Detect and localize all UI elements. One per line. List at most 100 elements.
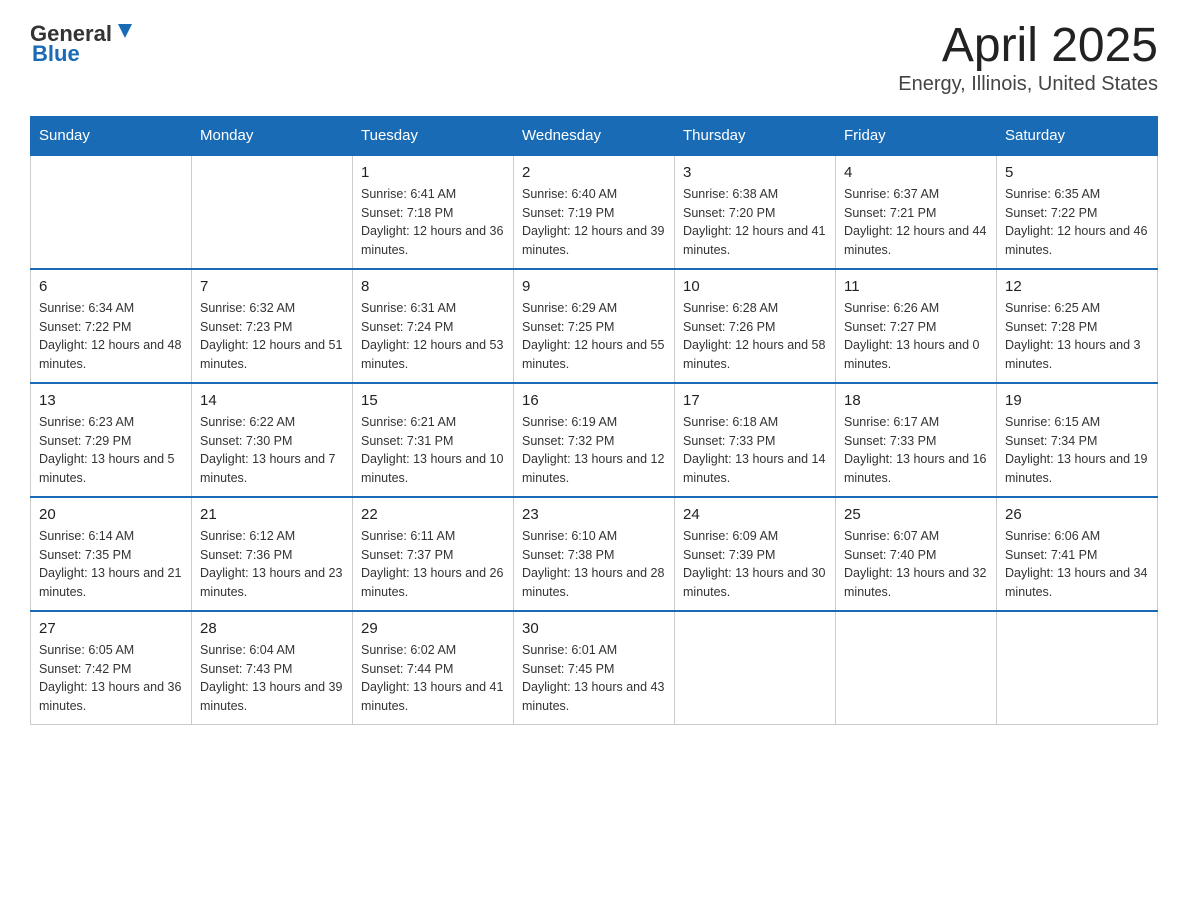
calendar-cell (192, 155, 353, 269)
day-number: 13 (39, 392, 183, 409)
day-info: Sunrise: 6:10 AMSunset: 7:38 PMDaylight:… (522, 527, 666, 602)
day-number: 9 (522, 278, 666, 295)
day-number: 15 (361, 392, 505, 409)
calendar-cell: 14 Sunrise: 6:22 AMSunset: 7:30 PMDayligh… (192, 383, 353, 497)
header-day-friday: Friday (836, 116, 997, 155)
calendar-cell: 15 Sunrise: 6:21 AMSunset: 7:31 PMDayligh… (353, 383, 514, 497)
calendar-cell: 22 Sunrise: 6:11 AMSunset: 7:37 PMDayligh… (353, 497, 514, 611)
calendar-cell (997, 611, 1158, 725)
calendar-cell (31, 155, 192, 269)
calendar-cell: 13 Sunrise: 6:23 AMSunset: 7:29 PMDayligh… (31, 383, 192, 497)
calendar-week-row: 20 Sunrise: 6:14 AMSunset: 7:35 PMDayligh… (31, 497, 1158, 611)
day-number: 12 (1005, 278, 1149, 295)
day-number: 19 (1005, 392, 1149, 409)
calendar-cell: 17 Sunrise: 6:18 AMSunset: 7:33 PMDayligh… (675, 383, 836, 497)
page-subtitle: Energy, Illinois, United States (898, 73, 1158, 96)
logo: General Blue (30, 20, 136, 67)
day-number: 16 (522, 392, 666, 409)
day-number: 11 (844, 278, 988, 295)
calendar-cell: 29 Sunrise: 6:02 AMSunset: 7:44 PMDayligh… (353, 611, 514, 725)
day-number: 8 (361, 278, 505, 295)
day-info: Sunrise: 6:29 AMSunset: 7:25 PMDaylight:… (522, 299, 666, 374)
calendar-table: SundayMondayTuesdayWednesdayThursdayFrid… (30, 116, 1158, 725)
calendar-cell: 9 Sunrise: 6:29 AMSunset: 7:25 PMDaylight… (514, 269, 675, 383)
day-info: Sunrise: 6:28 AMSunset: 7:26 PMDaylight:… (683, 299, 827, 374)
calendar-cell: 11Sunrise: 6:26 AMSunset: 7:27 PMDayligh… (836, 269, 997, 383)
day-info: Sunrise: 6:06 AMSunset: 7:41 PMDaylight:… (1005, 527, 1149, 602)
day-info: Sunrise: 6:18 AMSunset: 7:33 PMDaylight:… (683, 413, 827, 488)
calendar-cell: 30 Sunrise: 6:01 AMSunset: 7:45 PMDayligh… (514, 611, 675, 725)
calendar-cell: 6Sunrise: 6:34 AMSunset: 7:22 PMDaylight… (31, 269, 192, 383)
day-info: Sunrise: 6:04 AMSunset: 7:43 PMDaylight:… (200, 641, 344, 716)
day-number: 25 (844, 506, 988, 523)
calendar-cell: 18Sunrise: 6:17 AMSunset: 7:33 PMDayligh… (836, 383, 997, 497)
day-number: 10 (683, 278, 827, 295)
header-day-saturday: Saturday (997, 116, 1158, 155)
day-info: Sunrise: 6:11 AMSunset: 7:37 PMDaylight:… (361, 527, 505, 602)
calendar-cell: 5 Sunrise: 6:35 AMSunset: 7:22 PMDaylight… (997, 155, 1158, 269)
calendar-cell (836, 611, 997, 725)
day-info: Sunrise: 6:09 AMSunset: 7:39 PMDaylight:… (683, 527, 827, 602)
day-info: Sunrise: 6:38 AMSunset: 7:20 PMDaylight:… (683, 185, 827, 260)
calendar-week-row: 27Sunrise: 6:05 AMSunset: 7:42 PMDayligh… (31, 611, 1158, 725)
day-info: Sunrise: 6:02 AMSunset: 7:44 PMDaylight:… (361, 641, 505, 716)
logo-triangle-icon (114, 20, 136, 42)
header-day-tuesday: Tuesday (353, 116, 514, 155)
day-info: Sunrise: 6:37 AMSunset: 7:21 PMDaylight:… (844, 185, 988, 260)
calendar-week-row: 13 Sunrise: 6:23 AMSunset: 7:29 PMDayligh… (31, 383, 1158, 497)
calendar-cell: 23 Sunrise: 6:10 AMSunset: 7:38 PMDayligh… (514, 497, 675, 611)
header-day-monday: Monday (192, 116, 353, 155)
calendar-cell: 4 Sunrise: 6:37 AMSunset: 7:21 PMDaylight… (836, 155, 997, 269)
day-number: 30 (522, 620, 666, 637)
day-info: Sunrise: 6:05 AMSunset: 7:42 PMDaylight:… (39, 641, 183, 716)
day-info: Sunrise: 6:31 AMSunset: 7:24 PMDaylight:… (361, 299, 505, 374)
day-info: Sunrise: 6:41 AMSunset: 7:18 PMDaylight:… (361, 185, 505, 260)
calendar-cell: 21 Sunrise: 6:12 AMSunset: 7:36 PMDayligh… (192, 497, 353, 611)
day-info: Sunrise: 6:21 AMSunset: 7:31 PMDaylight:… (361, 413, 505, 488)
day-info: Sunrise: 6:19 AMSunset: 7:32 PMDaylight:… (522, 413, 666, 488)
calendar-cell: 25 Sunrise: 6:07 AMSunset: 7:40 PMDayligh… (836, 497, 997, 611)
day-number: 24 (683, 506, 827, 523)
header-day-sunday: Sunday (31, 116, 192, 155)
day-info: Sunrise: 6:23 AMSunset: 7:29 PMDaylight:… (39, 413, 183, 488)
calendar-header-row: SundayMondayTuesdayWednesdayThursdayFrid… (31, 116, 1158, 155)
day-info: Sunrise: 6:35 AMSunset: 7:22 PMDaylight:… (1005, 185, 1149, 260)
calendar-cell: 16 Sunrise: 6:19 AMSunset: 7:32 PMDayligh… (514, 383, 675, 497)
calendar-cell: 28 Sunrise: 6:04 AMSunset: 7:43 PMDayligh… (192, 611, 353, 725)
day-number: 26 (1005, 506, 1149, 523)
day-info: Sunrise: 6:12 AMSunset: 7:36 PMDaylight:… (200, 527, 344, 602)
header-day-wednesday: Wednesday (514, 116, 675, 155)
calendar-cell: 2Sunrise: 6:40 AMSunset: 7:19 PMDaylight… (514, 155, 675, 269)
calendar-cell: 19Sunrise: 6:15 AMSunset: 7:34 PMDayligh… (997, 383, 1158, 497)
day-number: 17 (683, 392, 827, 409)
day-number: 23 (522, 506, 666, 523)
calendar-week-row: 1Sunrise: 6:41 AMSunset: 7:18 PMDaylight… (31, 155, 1158, 269)
calendar-cell (675, 611, 836, 725)
calendar-cell: 10 Sunrise: 6:28 AMSunset: 7:26 PMDayligh… (675, 269, 836, 383)
day-number: 5 (1005, 164, 1149, 181)
day-info: Sunrise: 6:07 AMSunset: 7:40 PMDaylight:… (844, 527, 988, 602)
day-number: 28 (200, 620, 344, 637)
day-number: 4 (844, 164, 988, 181)
day-info: Sunrise: 6:25 AMSunset: 7:28 PMDaylight:… (1005, 299, 1149, 374)
title-block: April 2025 Energy, Illinois, United Stat… (898, 20, 1158, 96)
calendar-cell: 24 Sunrise: 6:09 AMSunset: 7:39 PMDayligh… (675, 497, 836, 611)
day-info: Sunrise: 6:34 AMSunset: 7:22 PMDaylight:… (39, 299, 183, 374)
day-number: 20 (39, 506, 183, 523)
day-info: Sunrise: 6:22 AMSunset: 7:30 PMDaylight:… (200, 413, 344, 488)
day-info: Sunrise: 6:32 AMSunset: 7:23 PMDaylight:… (200, 299, 344, 374)
day-info: Sunrise: 6:01 AMSunset: 7:45 PMDaylight:… (522, 641, 666, 716)
calendar-cell: 3Sunrise: 6:38 AMSunset: 7:20 PMDaylight… (675, 155, 836, 269)
day-number: 14 (200, 392, 344, 409)
day-info: Sunrise: 6:17 AMSunset: 7:33 PMDaylight:… (844, 413, 988, 488)
day-number: 22 (361, 506, 505, 523)
calendar-cell: 1Sunrise: 6:41 AMSunset: 7:18 PMDaylight… (353, 155, 514, 269)
day-number: 21 (200, 506, 344, 523)
day-number: 29 (361, 620, 505, 637)
day-info: Sunrise: 6:14 AMSunset: 7:35 PMDaylight:… (39, 527, 183, 602)
logo-blue: Blue (32, 41, 80, 67)
day-info: Sunrise: 6:40 AMSunset: 7:19 PMDaylight:… (522, 185, 666, 260)
calendar-cell: 26 Sunrise: 6:06 AMSunset: 7:41 PMDayligh… (997, 497, 1158, 611)
page-header: General Blue April 2025 Energy, Illinois… (30, 20, 1158, 96)
calendar-cell: 27Sunrise: 6:05 AMSunset: 7:42 PMDayligh… (31, 611, 192, 725)
